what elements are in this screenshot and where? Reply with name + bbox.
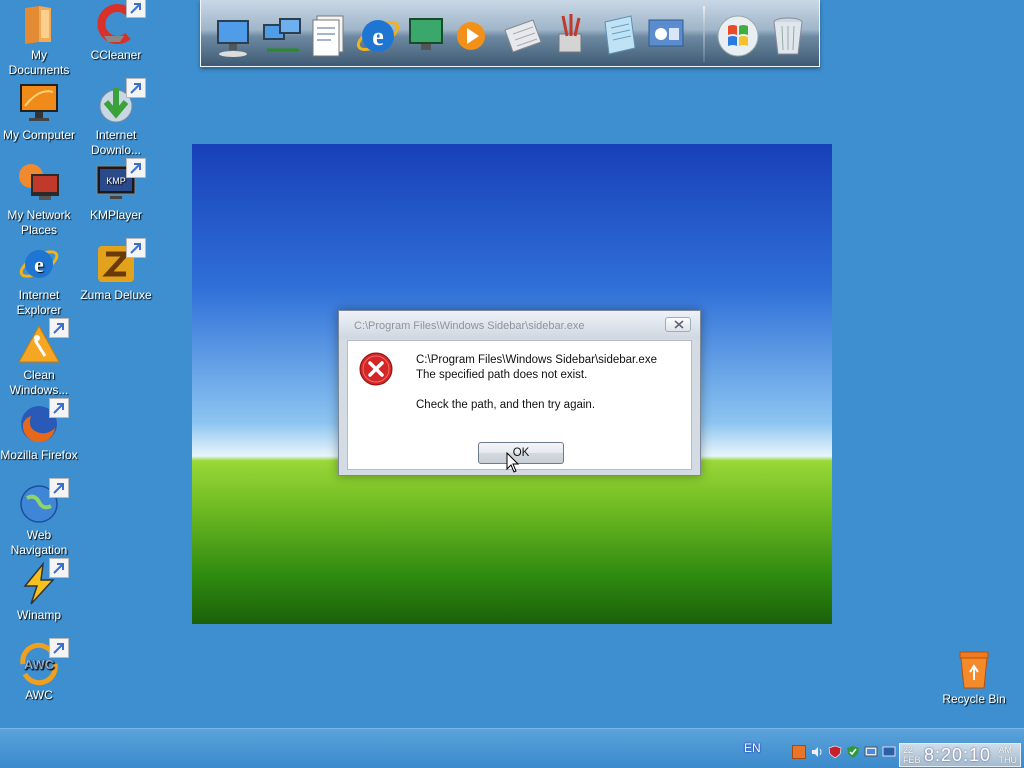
desktop-icon-internet-download-manager[interactable]: Internet Downlo... — [77, 78, 155, 158]
shortcut-arrow-icon — [126, 0, 146, 18]
ccleaner-icon — [94, 0, 146, 46]
desktop-icon-zuma-deluxe[interactable]: Zuma Deluxe — [77, 238, 155, 303]
network-status-icon[interactable] — [864, 745, 878, 759]
desktop-icon-winamp[interactable]: Winamp — [0, 558, 78, 623]
notepad-icon[interactable] — [595, 10, 641, 60]
desktop-icon-awc[interactable]: AWC AWC — [0, 638, 78, 703]
clock-weekday: THU — [998, 755, 1018, 765]
message-error: The specified path does not exist. — [416, 369, 588, 381]
desktop-icon-clean-windows[interactable]: Clean Windows... — [0, 318, 78, 398]
icon-label: My Documents — [8, 48, 70, 77]
desktop-icon-web-navigation[interactable]: Web Navigation — [0, 478, 78, 558]
desktop-icon-internet-explorer[interactable]: e Internet Explorer — [0, 242, 78, 318]
icon-label: My Network Places — [7, 208, 71, 237]
media-player-icon[interactable] — [451, 10, 497, 60]
svg-text:KMP: KMP — [106, 176, 126, 186]
shortcut-arrow-icon — [126, 238, 146, 258]
icon-label: Winamp — [16, 608, 61, 622]
control-panel-icon[interactable] — [643, 10, 689, 60]
svg-text:e: e — [372, 22, 384, 51]
computer-icon[interactable] — [211, 10, 257, 60]
shortcut-arrow-icon — [49, 638, 69, 658]
shortcut-arrow-icon — [49, 558, 69, 578]
desktop-icon-ccleaner[interactable]: CCleaner — [77, 0, 155, 63]
media-center-icon[interactable] — [403, 10, 449, 60]
winamp-icon — [17, 558, 69, 606]
icon-label: AWC — [25, 688, 53, 702]
taskbar-clock[interactable]: 22 FEB 8:20:10 AM THU — [899, 743, 1021, 767]
ie-icon: e — [17, 242, 61, 286]
icon-label: My Computer — [2, 128, 76, 142]
message-hint: Check the path, and then try again. — [416, 399, 596, 411]
shortcut-arrow-icon — [49, 398, 69, 418]
desktop-icon-my-network-places[interactable]: My Network Places — [0, 162, 78, 238]
desktop-icon-my-computer[interactable]: My Computer — [0, 82, 78, 143]
icon-label: Internet Downlo... — [90, 128, 142, 157]
trash-icon[interactable] — [765, 10, 811, 60]
clock-day-number: 22 — [903, 745, 914, 755]
tray-app-icon[interactable] — [792, 745, 806, 759]
clock-time: 8:20:10 — [924, 745, 992, 765]
close-icon — [674, 320, 684, 329]
internet-explorer-icon[interactable]: e — [355, 10, 401, 60]
shortcut-arrow-icon — [49, 478, 69, 498]
security-check-icon[interactable] — [846, 745, 860, 759]
icon-label: Recycle Bin — [942, 692, 1006, 706]
calculator-icon[interactable] — [499, 10, 545, 60]
globe-icon — [17, 478, 69, 526]
clock-month: FEB — [903, 755, 921, 765]
download-manager-icon — [94, 78, 146, 126]
message-path: C:\Program Files\Windows Sidebar\sidebar… — [416, 354, 657, 366]
top-dock: e — [200, 0, 820, 67]
icon-label: Internet Explorer — [16, 288, 62, 317]
clock-meridiem-weekday: AM THU — [999, 745, 1018, 765]
shortcut-arrow-icon — [49, 318, 69, 338]
awc-icon: AWC — [17, 638, 69, 686]
ok-button[interactable]: OK — [478, 442, 564, 464]
dock-separator — [703, 6, 705, 62]
shortcut-arrow-icon — [126, 158, 146, 178]
dialog-message: C:\Program Files\Windows Sidebar\sidebar… — [416, 353, 657, 413]
shortcut-arrow-icon — [126, 78, 146, 98]
icon-label: Web Navigation — [10, 528, 68, 557]
shield-icon[interactable] — [828, 745, 842, 759]
monitor-icon — [17, 82, 61, 126]
desktop-icon-mozilla-firefox[interactable]: Mozilla Firefox — [0, 398, 78, 463]
folder-icon — [17, 2, 61, 46]
dialog-titlebar[interactable]: C:\Program Files\Windows Sidebar\sidebar… — [339, 311, 700, 339]
mouse-cursor-icon — [506, 452, 520, 473]
clock-meridiem: AM — [998, 745, 1013, 755]
zuma-icon — [94, 238, 146, 286]
kmplayer-icon: KMP — [94, 158, 146, 206]
network-icon — [17, 162, 61, 206]
close-button[interactable] — [665, 317, 691, 332]
icon-label: Mozilla Firefox — [0, 448, 78, 462]
broom-warning-icon — [17, 318, 69, 366]
paint-icon[interactable] — [547, 10, 593, 60]
icon-label: KMPlayer — [89, 208, 142, 222]
desktop-icon-kmplayer[interactable]: KMP KMPlayer — [77, 158, 155, 223]
svg-text:e: e — [34, 252, 44, 277]
display-icon[interactable] — [882, 745, 896, 759]
clock-date: 22 FEB — [903, 745, 921, 765]
taskbar: EN 22 FEB 8:20:10 AM THU — [0, 728, 1024, 768]
network-computers-icon[interactable] — [259, 10, 305, 60]
icon-label: Clean Windows... — [9, 368, 69, 397]
documents-icon[interactable] — [307, 10, 353, 60]
desktop-icon-recycle-bin[interactable]: Recycle Bin — [935, 646, 1013, 707]
svg-text:AWC: AWC — [24, 657, 55, 672]
icon-label: CCleaner — [90, 48, 142, 62]
windows-start-icon[interactable] — [715, 10, 761, 60]
dialog-content: C:\Program Files\Windows Sidebar\sidebar… — [347, 340, 692, 470]
error-icon — [359, 352, 393, 386]
language-indicator[interactable]: EN — [744, 741, 761, 755]
volume-icon[interactable] — [810, 745, 824, 759]
dialog-title: C:\Program Files\Windows Sidebar\sidebar… — [354, 320, 585, 332]
recycle-bin-icon — [952, 646, 996, 690]
icon-label: Zuma Deluxe — [80, 288, 152, 302]
firefox-icon — [17, 398, 69, 446]
desktop-icon-my-documents[interactable]: My Documents — [0, 2, 78, 78]
